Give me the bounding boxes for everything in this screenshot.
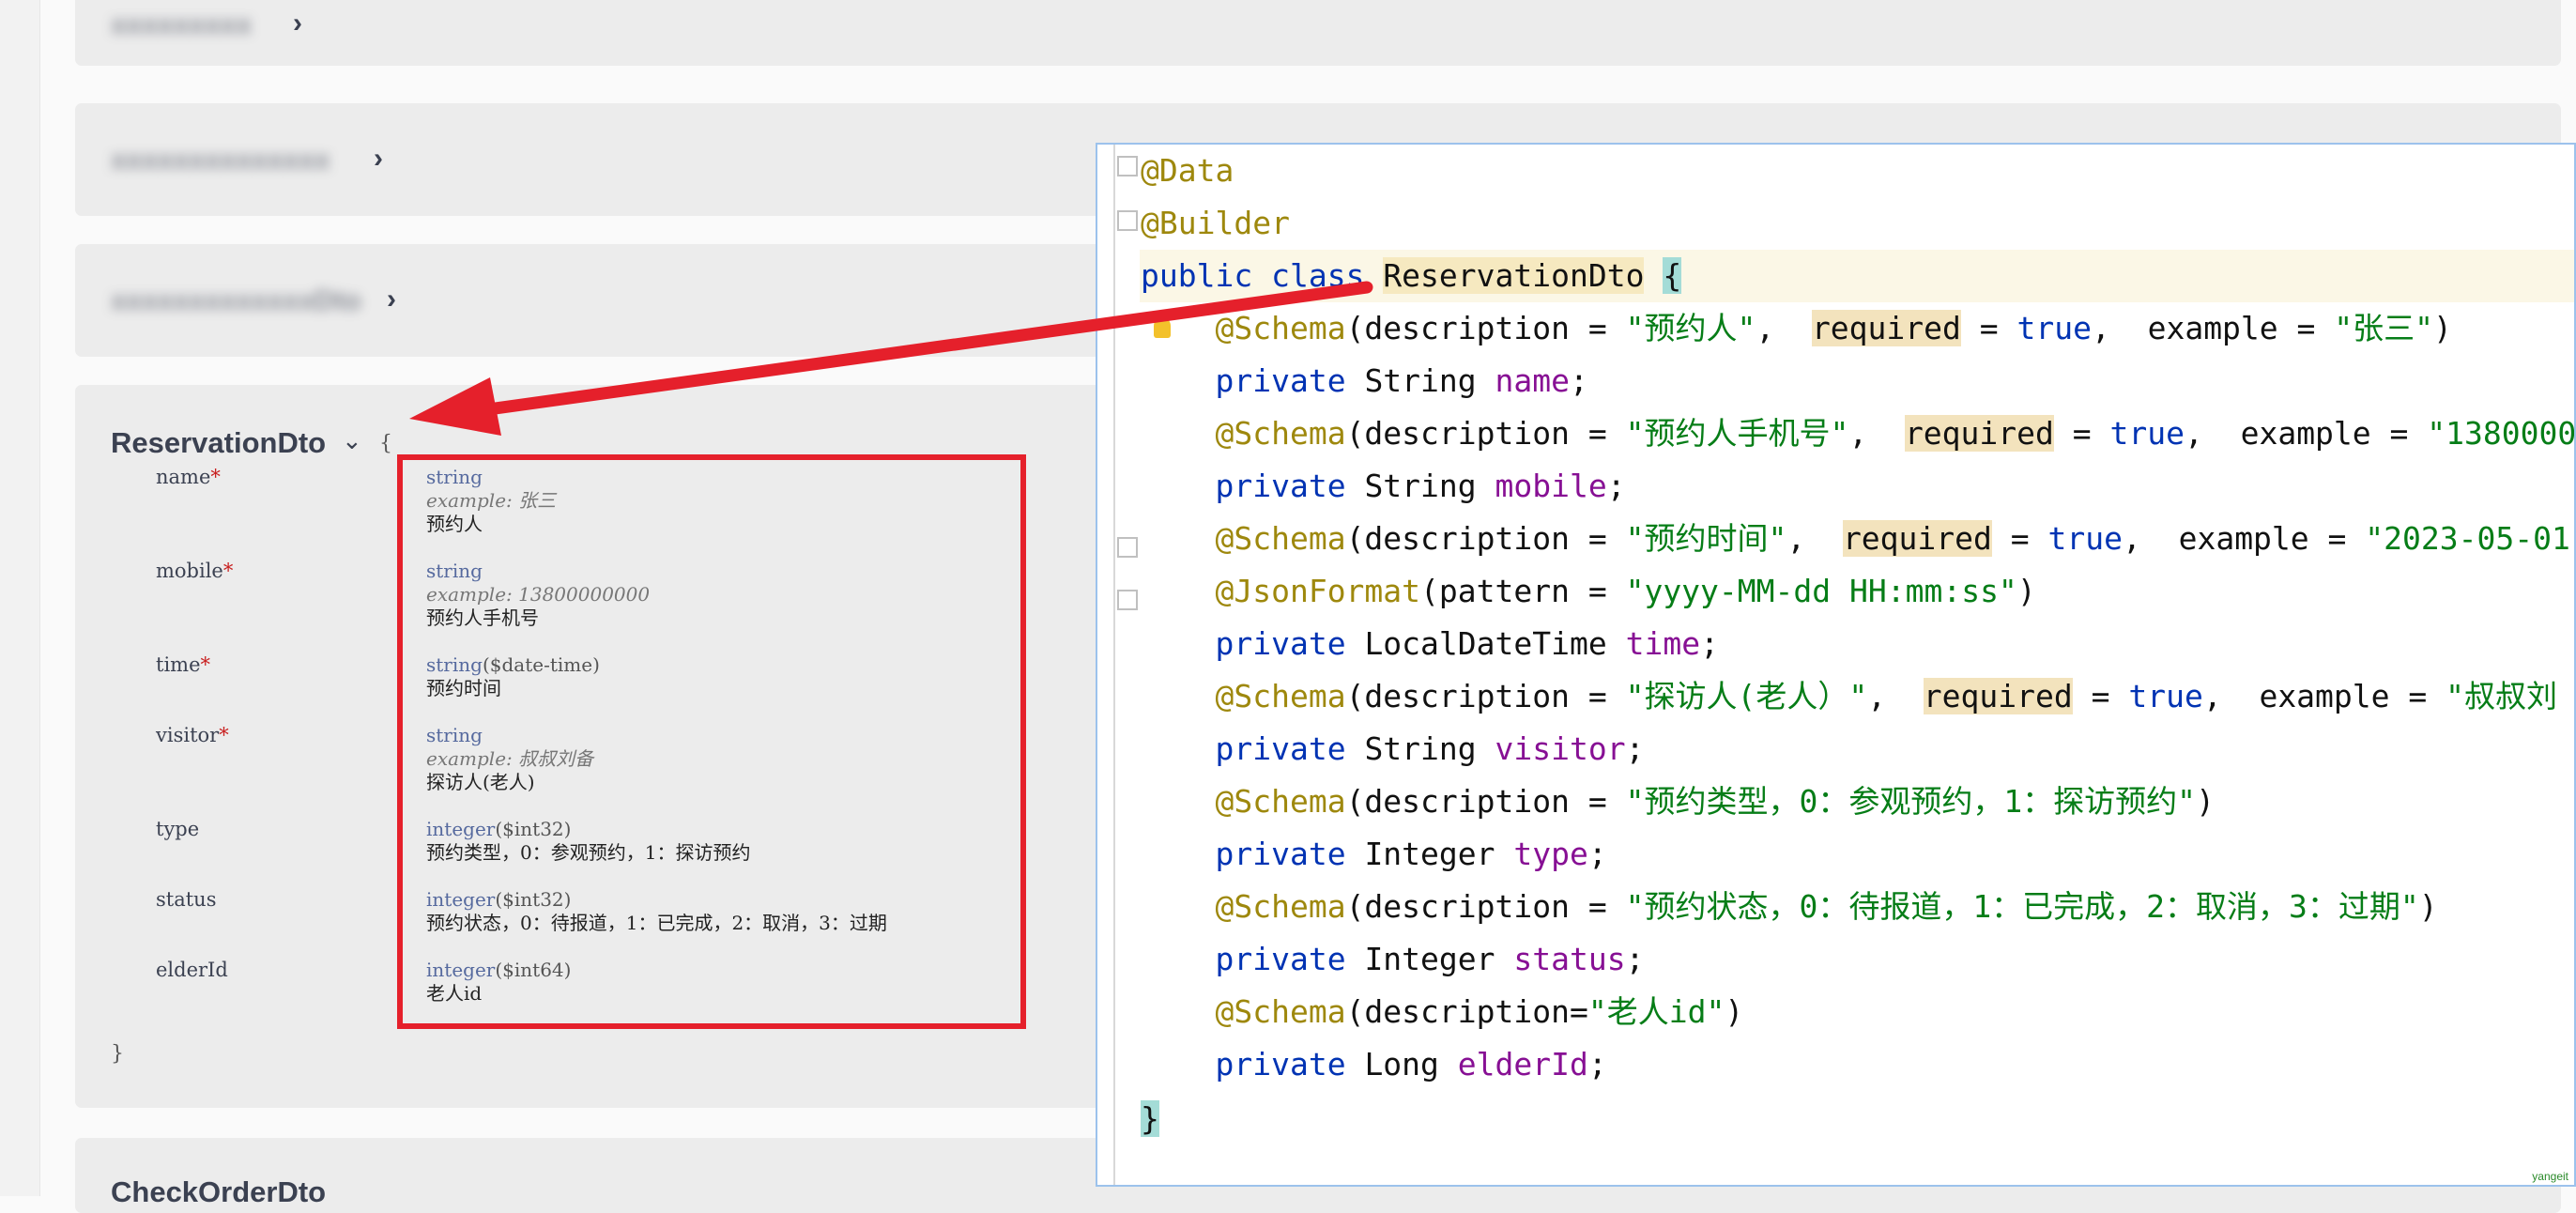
fold-icon[interactable]: [1117, 537, 1138, 558]
chevron-right-icon[interactable]: ›: [293, 8, 302, 39]
code-line: }: [1141, 1100, 1159, 1137]
property-name: time*: [156, 653, 210, 676]
code-line: @Schema(description = "探访人(老人）", require…: [1215, 678, 2557, 714]
code-line: private Long elderId;: [1215, 1046, 1607, 1082]
code-line: @Schema(description = "预约时间", required =…: [1215, 520, 2570, 557]
watermark: yangeit: [2532, 1170, 2568, 1183]
property-name: name*: [156, 466, 221, 488]
chevron-down-icon[interactable]: ⌄: [342, 426, 362, 455]
code-line: @Data: [1141, 152, 1234, 189]
code-line: @Schema(description = "预约状态，0：待报道，1：已完成，…: [1215, 888, 2438, 925]
code-line: private Integer type;: [1215, 836, 1607, 872]
model-title: xxxxxxxxxxxxxx: [111, 145, 330, 176]
code-line: @Schema(description = "预约人手机号", required…: [1215, 415, 2576, 452]
code-line: public class ReservationDto {: [1141, 257, 1682, 294]
property-name: visitor*: [156, 724, 229, 746]
property-name: elderId: [156, 959, 228, 981]
model-title[interactable]: ReservationDto: [111, 426, 326, 460]
code-line: @Schema(description = "预约类型，0：参观预约，1：探访预…: [1215, 783, 2215, 820]
close-brace: }: [111, 1042, 124, 1066]
code-line: @JsonFormat(pattern = "yyyy-MM-dd HH:mm:…: [1215, 573, 2036, 609]
model-title: xxxxxxxxxxxxxDto: [111, 285, 361, 316]
code-editor[interactable]: @Data @Builder public class ReservationD…: [1096, 143, 2576, 1187]
code-line: @Builder: [1141, 205, 1290, 241]
gutter: [1113, 145, 1115, 1185]
property-name: status: [156, 888, 217, 911]
open-brace: {: [379, 432, 392, 455]
code-line: private Integer status;: [1215, 941, 1645, 977]
property-name: mobile*: [156, 560, 234, 582]
model-title: xxxxxxxxx: [111, 9, 253, 40]
code-line: private LocalDateTime time;: [1215, 625, 1719, 662]
code-line: @Schema(description = "预约人", required = …: [1215, 310, 2452, 346]
fold-icon[interactable]: [1117, 210, 1138, 231]
code-line: private String visitor;: [1215, 730, 1645, 767]
left-rail: [0, 0, 40, 1196]
model-card[interactable]: xxxxxxxxx ›: [75, 0, 2561, 66]
fold-icon[interactable]: [1117, 156, 1138, 177]
chevron-right-icon[interactable]: ›: [374, 143, 383, 175]
code-line: @Schema(description="老人id"): [1215, 993, 1744, 1030]
property-name: type: [156, 818, 200, 840]
chevron-right-icon[interactable]: ›: [387, 284, 396, 315]
fold-icon[interactable]: [1117, 590, 1138, 610]
model-title: CheckOrderDto: [111, 1175, 327, 1208]
code-line: private String name;: [1215, 362, 1588, 399]
code-line: private String mobile;: [1215, 468, 1626, 504]
highlight-annotation-box: [397, 454, 1026, 1029]
